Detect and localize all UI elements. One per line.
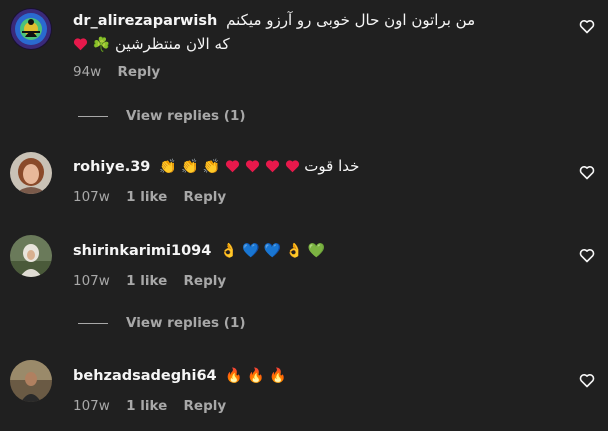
comment-header: shirinkarimi1094 👌 💙 💙 👌 💚 <box>73 240 325 261</box>
red-heart-icon <box>265 158 280 178</box>
ok-hand-and-heart-emojis: 👌 💙 💙 👌 💚 <box>220 243 326 259</box>
username[interactable]: rohiye.39 <box>73 159 150 175</box>
reply-button[interactable]: Reply <box>118 64 161 80</box>
timestamp[interactable]: 107w <box>73 189 110 205</box>
comment-meta: 107w 1 like Reply <box>73 397 238 415</box>
timestamp[interactable]: 107w <box>73 273 110 289</box>
comment-text: خدا قوت <box>304 157 360 175</box>
view-replies-button[interactable]: View replies (1) <box>78 107 246 125</box>
comment-header: dr_alirezaparwish من براتون اون حال خوبی… <box>73 10 475 31</box>
comment-meta: 94w Reply <box>73 63 172 81</box>
view-replies-label: View replies (1) <box>126 108 246 124</box>
divider <box>78 115 108 117</box>
red-heart-icon <box>73 36 88 56</box>
avatar[interactable] <box>10 8 52 50</box>
timestamp[interactable]: 107w <box>73 398 110 414</box>
comment-meta: 107w 1 like Reply <box>73 188 238 206</box>
shamrock-emoji: ☘️ <box>92 37 111 53</box>
view-replies-label: View replies (1) <box>126 315 246 331</box>
like-heart-icon[interactable] <box>579 19 597 37</box>
view-replies-button[interactable]: View replies (1) <box>78 314 246 332</box>
red-heart-icon <box>225 158 240 178</box>
like-count[interactable]: 1 like <box>126 398 167 414</box>
timestamp[interactable]: 94w <box>73 64 101 80</box>
like-heart-icon[interactable] <box>579 373 597 391</box>
avatar[interactable] <box>10 360 52 402</box>
clapping-emojis: 👏 👏 👏 <box>159 159 221 175</box>
reply-button[interactable]: Reply <box>184 398 227 414</box>
fire-emojis: 🔥 🔥 🔥 <box>225 368 287 384</box>
reply-button[interactable]: Reply <box>184 189 227 205</box>
like-count[interactable]: 1 like <box>126 273 167 289</box>
comment-header: rohiye.39 👏 👏 👏 خدا قوت <box>73 156 359 178</box>
hearts-icon-group <box>225 157 304 175</box>
comment-text-line2: ☘️ که الان منتظرشین <box>73 34 230 56</box>
reply-button[interactable]: Reply <box>184 273 227 289</box>
like-count[interactable]: 1 like <box>126 189 167 205</box>
avatar[interactable] <box>10 235 52 277</box>
avatar[interactable] <box>10 152 52 194</box>
like-heart-icon[interactable] <box>579 165 597 183</box>
username[interactable]: shirinkarimi1094 <box>73 243 211 259</box>
comment-header: behzadsadeghi64 🔥 🔥 🔥 <box>73 365 287 386</box>
divider <box>78 322 108 324</box>
red-heart-icon <box>285 158 300 178</box>
like-heart-icon[interactable] <box>579 248 597 266</box>
comment-text: من براتون اون حال خوبی رو آرزو میکنم <box>226 11 476 29</box>
comment-text: که الان منتظرشین <box>115 35 230 53</box>
username[interactable]: behzadsadeghi64 <box>73 368 217 384</box>
comment-meta: 107w 1 like Reply <box>73 272 238 290</box>
red-heart-icon <box>245 158 260 178</box>
username[interactable]: dr_alirezaparwish <box>73 13 217 29</box>
